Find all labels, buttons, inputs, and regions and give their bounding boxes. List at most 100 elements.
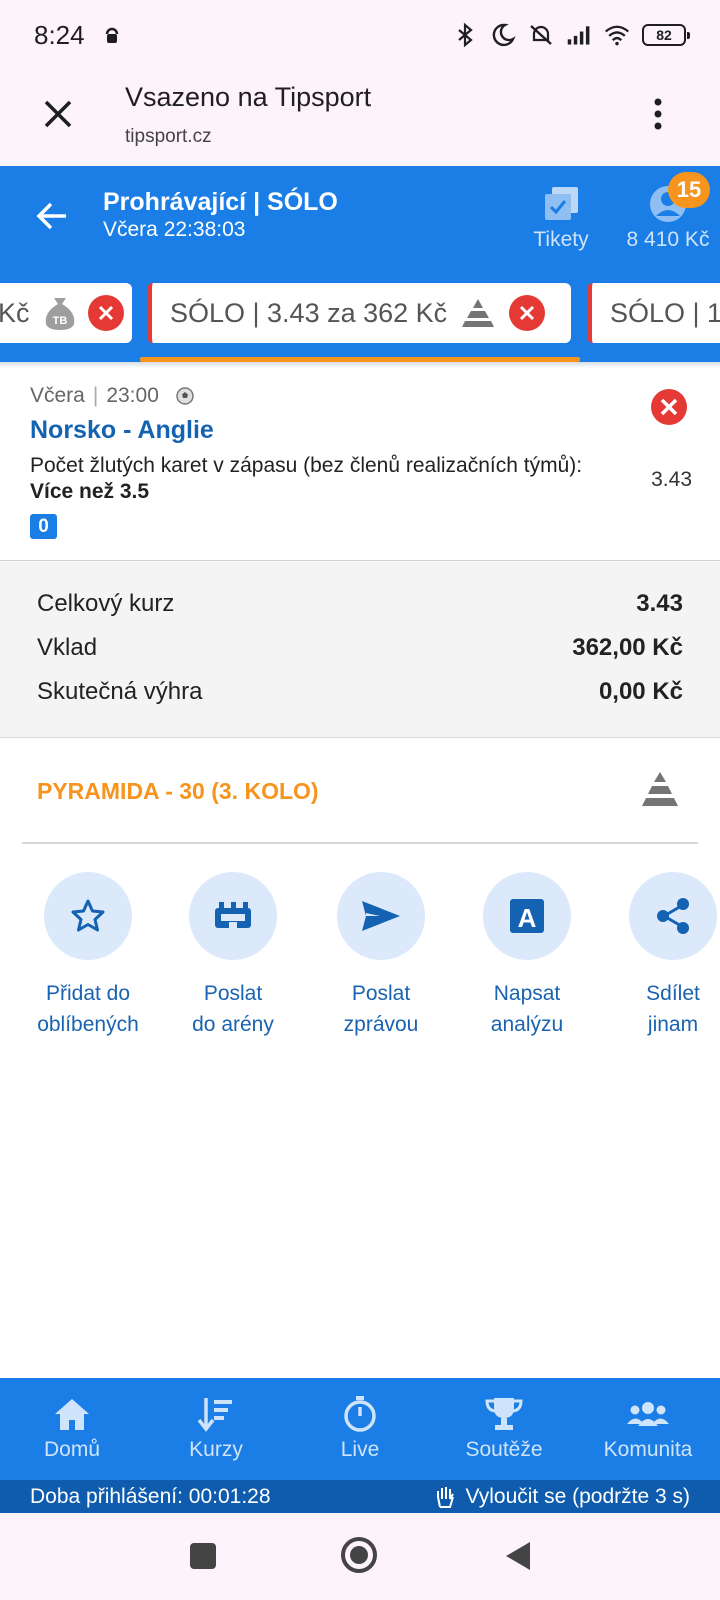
nav-item-community[interactable]: Komunita: [576, 1378, 720, 1480]
summary-label: Vklad: [37, 634, 98, 661]
back-arrow-icon[interactable]: [34, 198, 70, 234]
tickets-label: Tikety: [533, 228, 589, 251]
nav-label: Kurzy: [189, 1438, 243, 1461]
bet-datetime: Včera | 23:00: [30, 384, 195, 408]
close-icon[interactable]: [40, 96, 76, 132]
do-not-disturb-moon-icon: [492, 23, 516, 47]
bottom-navigation: Domů Kurzy Live Soutěže Komunita: [0, 1378, 720, 1480]
ticket-actions: Přidat do oblíbených Poslat do arény Posla…: [0, 872, 720, 1042]
status-time: 8:24: [34, 19, 85, 50]
nav-item-competitions[interactable]: Soutěže: [432, 1378, 576, 1480]
match-name-link[interactable]: Norsko - Anglie: [30, 416, 214, 445]
action-icon-circle: [189, 872, 277, 960]
login-duration: Doba přihlášení: 00:01:28: [30, 1484, 271, 1508]
action-icon-circle: [44, 872, 132, 960]
write-analysis-button[interactable]: A Napsat analýzu: [452, 872, 602, 1040]
bet-number-badge: 0: [30, 514, 57, 539]
ticket-tab-active[interactable]: SÓLO | 3.43 za 362 Kč: [147, 283, 571, 343]
pyramid-icon: [642, 772, 678, 806]
back-triangle-icon[interactable]: [504, 1540, 532, 1572]
money-bag-tb-icon: TB: [45, 298, 74, 330]
status-bar: 8:24 82: [0, 0, 720, 70]
star-icon: [71, 899, 105, 932]
add-to-favorites-button[interactable]: Přidat do oblíbených: [13, 872, 163, 1040]
ticket-tab-label: Kč: [0, 297, 30, 328]
battery-icon: 82: [642, 24, 690, 46]
remove-ticket-icon[interactable]: [509, 295, 546, 331]
summary-label: Skutečná výhra: [37, 678, 203, 705]
action-label: Poslat do arény: [192, 982, 274, 1036]
ticket-tab-label: SÓLO | 3.43 za 362 Kč: [170, 297, 448, 328]
signal-icon: [567, 26, 590, 45]
summary-row-stake: Vklad 362,00 Kč: [37, 634, 683, 662]
more-vert-icon[interactable]: [648, 96, 668, 132]
svg-text:A: A: [518, 903, 537, 933]
hand-stop-icon: [436, 1486, 454, 1508]
bet-pick: Více než 3.5: [30, 480, 150, 503]
summary-value: 362,00 Kč: [572, 634, 683, 661]
bet-item: Včera | 23:00 Norsko - Anglie Počet žlut…: [0, 368, 720, 561]
system-navigation-bar: [0, 1513, 720, 1600]
action-label: Napsat analýzu: [490, 982, 564, 1036]
send-icon: [362, 901, 400, 931]
bluetooth-icon: [458, 22, 473, 48]
divider: [22, 842, 698, 844]
soccer-ball-icon: [176, 387, 194, 405]
tickets-button[interactable]: Tikety: [526, 184, 596, 252]
community-icon: [627, 1402, 669, 1426]
nav-label: Soutěže: [465, 1438, 543, 1461]
action-label: Poslat zprávou: [343, 982, 419, 1036]
page-subtitle: Včera 22:38:03: [103, 218, 246, 241]
app-header: Prohrávající | SÓLO Včera 22:38:03 Tiket…: [0, 166, 720, 282]
pyramid-row[interactable]: PYRAMIDA - 30 (3. KOLO): [0, 740, 720, 842]
login-duration-bar: Doba přihlášení: 00:01:28 Vyloučit se (p…: [0, 1480, 720, 1513]
bet-market: Počet žlutých karet v zápasu (bez členů …: [30, 454, 583, 477]
home-button-icon[interactable]: [340, 1536, 378, 1574]
nav-item-home[interactable]: Domů: [0, 1378, 144, 1480]
tickets-icon: [545, 187, 578, 220]
analysis-icon: A: [510, 899, 544, 933]
muted-bell-icon: [530, 25, 552, 45]
remove-ticket-icon[interactable]: [87, 295, 124, 331]
action-label: Sdílet jinam: [646, 982, 700, 1036]
trophy-icon: [485, 1398, 523, 1430]
balance: 8 410 Kč: [626, 228, 710, 251]
summary-value: 3.43: [636, 590, 683, 617]
nav-item-live[interactable]: Live: [288, 1378, 432, 1480]
pyramid-label: PYRAMIDA - 30 (3. KOLO): [37, 778, 319, 804]
stopwatch-icon: [344, 1396, 376, 1432]
ticket-tab-next[interactable]: SÓLO | 1: [587, 283, 720, 343]
self-exclude-button[interactable]: Vyloučit se (podržte 3 s): [434, 1485, 690, 1509]
self-exclude-label: Vyloučit se (podržte 3 s): [465, 1484, 690, 1508]
hotspot-lock-icon: [105, 27, 118, 43]
bet-time: 23:00: [106, 384, 159, 407]
browser-url: tipsport.cz: [125, 126, 212, 147]
browser-custom-tab-bar: Vsazeno na Tipsport tipsport.cz: [0, 70, 720, 166]
action-icon-circle: [629, 872, 717, 960]
summary-row-total-odds: Celkový kurz 3.43: [37, 590, 683, 618]
separator: |: [92, 384, 99, 407]
page-title: Prohrávající | SÓLO: [103, 188, 338, 216]
ticket-summary: Celkový kurz 3.43 Vklad 362,00 Kč Skuteč…: [0, 562, 720, 738]
ticket-tab-previous[interactable]: Kč TB: [0, 283, 132, 343]
recents-icon[interactable]: [190, 1543, 216, 1569]
nav-label: Domů: [43, 1438, 101, 1461]
browser-title: Vsazeno na Tipsport: [125, 82, 372, 112]
lost-status-icon: [651, 389, 687, 425]
notification-badge: 15: [668, 172, 710, 208]
nav-label: Live: [340, 1438, 380, 1461]
nav-item-odds[interactable]: Kurzy: [144, 1378, 288, 1480]
summary-value: 0,00 Kč: [598, 678, 683, 705]
arena-icon: [215, 902, 251, 928]
ticket-tabs-strip[interactable]: Kč TB SÓLO | 3.43 za 362 Kč SÓLO | 1: [0, 270, 720, 362]
action-icon-circle: A: [483, 872, 571, 960]
send-to-arena-button[interactable]: Poslat do arény: [158, 872, 308, 1040]
svg-text:TB: TB: [52, 315, 67, 327]
pyramid-icon: [462, 299, 495, 327]
send-message-button[interactable]: Poslat zprávou: [306, 872, 456, 1040]
share-button[interactable]: Sdílet jinam: [598, 872, 720, 1040]
bet-date: Včera: [30, 384, 85, 407]
summary-label: Celkový kurz: [37, 590, 175, 617]
home-icon: [55, 1399, 89, 1430]
summary-row-win: Skutečná výhra 0,00 Kč: [37, 678, 683, 706]
